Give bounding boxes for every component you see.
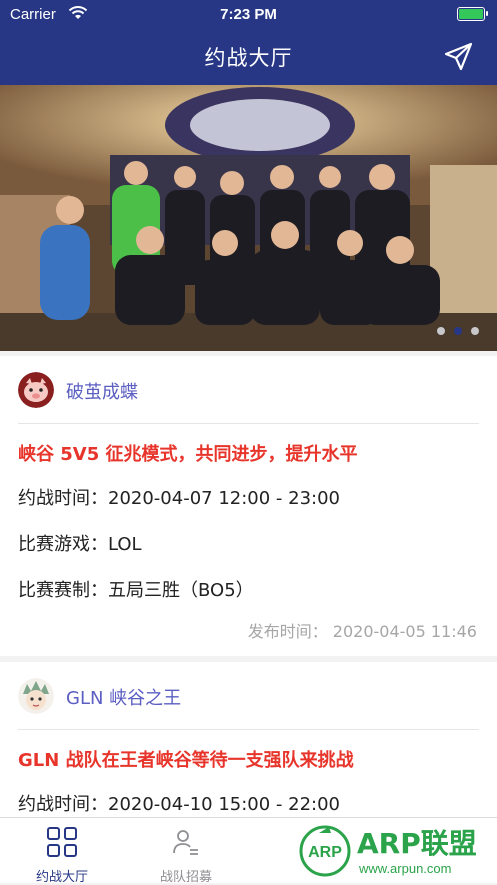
carousel-dot[interactable] (471, 327, 479, 335)
team-photo (0, 85, 497, 351)
team-name[interactable]: GLN 峡谷之王 (66, 684, 181, 710)
match-time-label: 约战时间： (18, 488, 108, 509)
team-avatar[interactable] (18, 678, 54, 714)
challenge-card[interactable]: GLN 峡谷之王 GLN 战队在王者峡谷等待一支强队来挑战 约战时间：2020-… (0, 662, 497, 822)
watermark-logo: ARP ARP联盟 www.arpun.com (297, 821, 491, 881)
match-time-value: 2020-04-10 15:00 - 22:00 (108, 794, 340, 815)
clock: 7:23 PM (0, 6, 497, 23)
watermark-badge: ARP (308, 844, 342, 861)
person-list-icon (170, 826, 202, 858)
card-header: GLN 峡谷之王 (18, 662, 479, 730)
tab-bar: 约战大厅 战队招募 ARP ARP联盟 www.arpun.com (0, 817, 497, 883)
send-icon[interactable] (443, 40, 475, 72)
match-game-value: LOL (108, 534, 142, 555)
top-bar: Carrier 7:23 PM 约战大厅 (0, 0, 497, 85)
match-time-value: 2020-04-07 12:00 - 23:00 (108, 488, 340, 509)
carousel-dot-active[interactable] (454, 327, 462, 335)
team-avatar[interactable] (18, 372, 54, 408)
match-game-label: 比赛游戏： (18, 534, 108, 555)
tab-label: 战队招募 (124, 866, 248, 885)
match-time-row: 约战时间：2020-04-10 15:00 - 22:00 (18, 790, 479, 816)
challenge-card[interactable]: 破茧成蝶 峡谷 5V5 征兆模式，共同进步，提升水平 约战时间：2020-04-… (0, 356, 497, 656)
match-format-row: 比赛赛制：五局三胜（BO5） (18, 576, 479, 602)
tab-battle-hall[interactable]: 约战大厅 (0, 826, 124, 885)
watermark-brand: ARP联盟 (357, 827, 477, 860)
match-time-row: 约战时间：2020-04-07 12:00 - 23:00 (18, 484, 479, 510)
carousel-dot[interactable] (437, 327, 445, 335)
match-time-label: 约战时间： (18, 794, 108, 815)
match-format-label: 比赛赛制： (18, 580, 108, 601)
card-header: 破茧成蝶 (18, 356, 479, 424)
grid-icon (46, 826, 78, 858)
challenge-title: GLN 战队在王者峡谷等待一支强队来挑战 (18, 746, 479, 770)
page-title: 约战大厅 (0, 42, 497, 72)
carousel-indicator (437, 327, 479, 335)
tab-label: 约战大厅 (0, 866, 124, 885)
watermark-site: www.arpun.com (358, 861, 451, 876)
team-name[interactable]: 破茧成蝶 (66, 378, 138, 404)
publish-time: 发布时间： 2020-04-05 11:46 (0, 618, 477, 640)
status-bar: Carrier 7:23 PM (0, 4, 497, 26)
match-format-value: 五局三胜（BO5） (108, 580, 254, 601)
tab-team-recruit[interactable]: 战队招募 (124, 826, 248, 885)
match-game-row: 比赛游戏：LOL (18, 530, 479, 556)
banner-carousel[interactable] (0, 85, 497, 351)
challenge-title: 峡谷 5V5 征兆模式，共同进步，提升水平 (18, 440, 479, 464)
battery-icon (457, 7, 485, 21)
